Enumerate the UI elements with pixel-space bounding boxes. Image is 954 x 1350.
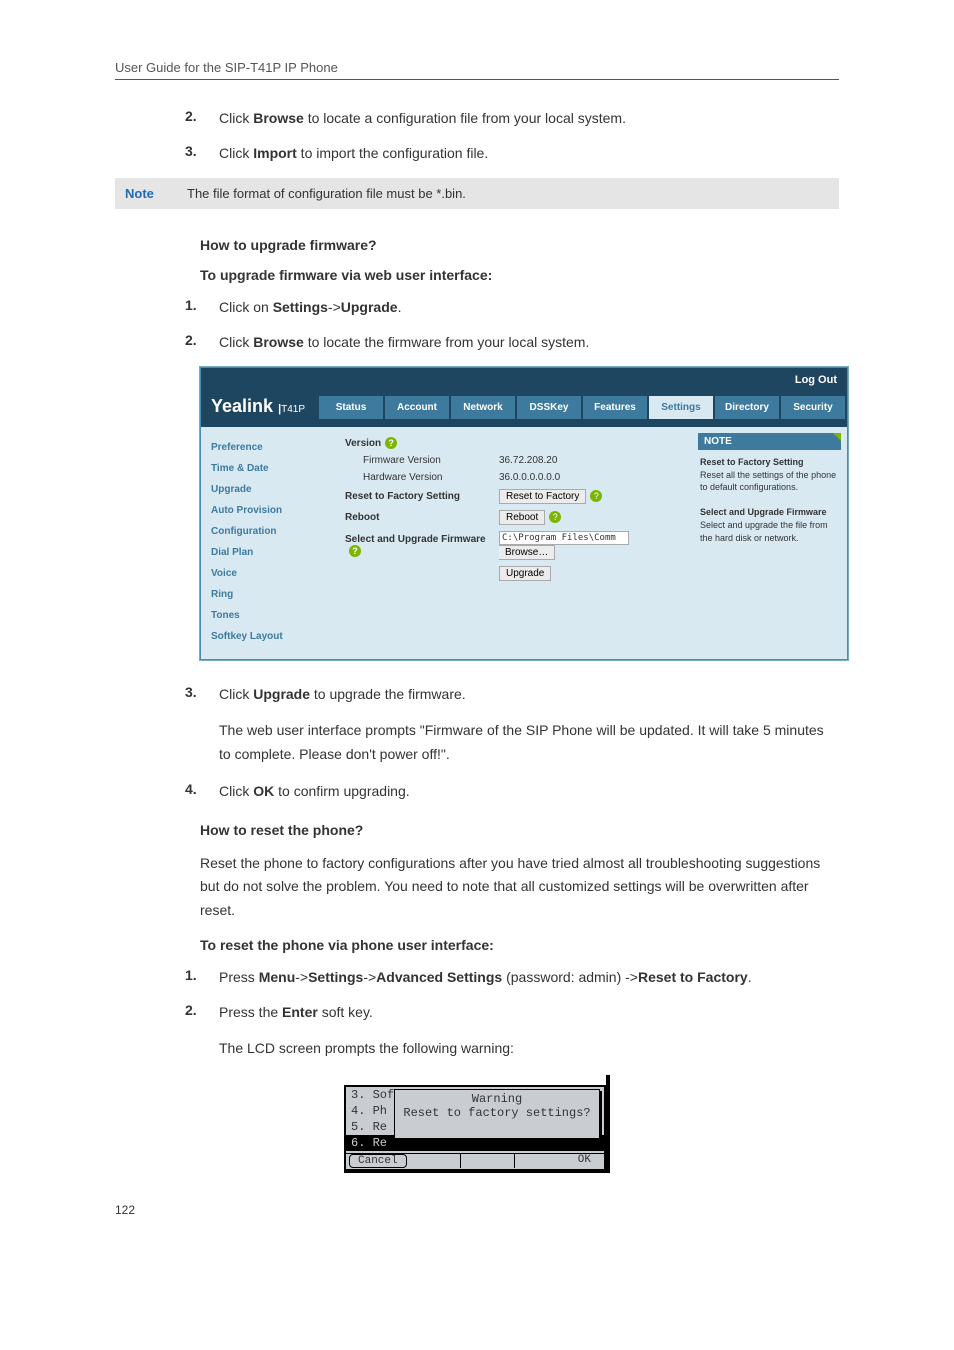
help-icon[interactable]: ? — [590, 490, 602, 502]
upgrade-step-1: 1. Click on Settings->Upgrade. — [185, 297, 839, 318]
step-2: 2. Click Browse to locate a configuratio… — [185, 108, 839, 129]
logout-link[interactable]: Log Out — [201, 368, 847, 392]
label-firmware-version: Firmware Version — [339, 455, 499, 466]
step-text: Click Browse to locate the firmware from… — [219, 332, 839, 353]
settings-menu: Preference Time & Date Upgrade Auto Prov… — [201, 427, 331, 659]
label-reboot: Reboot — [339, 512, 499, 523]
step-number: 4. — [185, 781, 219, 802]
step-number: 2. — [185, 332, 219, 353]
sub-heading-reset: To reset the phone via phone user interf… — [200, 937, 839, 953]
lcd-warning-popup: Warning Reset to factory settings? — [394, 1089, 600, 1139]
step-number: 1. — [185, 967, 219, 988]
step-text: Click Browse to locate a configuration f… — [219, 108, 839, 129]
webui-screenshot: Log Out Yealink |T41P Status Account Net… — [200, 367, 848, 660]
menu-preference[interactable]: Preference — [201, 437, 331, 458]
step-number: 1. — [185, 297, 219, 318]
lcd-popup-title: Warning — [395, 1092, 599, 1106]
note-text: The file format of configuration file mu… — [187, 186, 466, 201]
label-reset-factory: Reset to Factory Setting — [339, 491, 499, 502]
step-text: Click Import to import the configuration… — [219, 143, 839, 164]
reset-paragraph: Reset the phone to factory configuration… — [200, 852, 839, 923]
menu-configuration[interactable]: Configuration — [201, 521, 331, 542]
step-3: 3. Click Import to import the configurat… — [185, 143, 839, 164]
value-firmware-version: 36.72.208.20 — [499, 455, 684, 466]
step-number: 3. — [185, 143, 219, 164]
browse-button[interactable]: Browse… — [499, 545, 555, 560]
menu-time-date[interactable]: Time & Date — [201, 458, 331, 479]
tab-bar: Status Account Network DSSKey Features S… — [319, 396, 847, 423]
page-header: User Guide for the SIP-T41P IP Phone — [115, 60, 839, 80]
upgrade-button[interactable]: Upgrade — [499, 566, 551, 581]
label-version: Version? — [339, 437, 499, 449]
tab-account[interactable]: Account — [385, 396, 449, 419]
value-hardware-version: 36.0.0.0.0.0.0 — [499, 472, 684, 483]
lcd-softkey-ok[interactable]: OK — [568, 1154, 601, 1168]
tab-security[interactable]: Security — [781, 396, 845, 419]
lcd-popup-message: Reset to factory settings? — [395, 1106, 599, 1120]
step-text: Press the Enter soft key. — [219, 1002, 839, 1023]
note-body: Reset to Factory Setting Reset all the s… — [698, 450, 841, 550]
menu-voice[interactable]: Voice — [201, 563, 331, 584]
menu-auto-provision[interactable]: Auto Provision — [201, 500, 331, 521]
reset-to-factory-button[interactable]: Reset to Factory — [499, 489, 586, 504]
menu-ring[interactable]: Ring — [201, 584, 331, 605]
menu-tones[interactable]: Tones — [201, 605, 331, 626]
step-text: Press Menu->Settings->Advanced Settings … — [219, 967, 839, 988]
step-text: Click OK to confirm upgrading. — [219, 781, 839, 802]
step-text: Click Upgrade to upgrade the firmware. — [219, 684, 839, 705]
reset-step-1: 1. Press Menu->Settings->Advanced Settin… — [185, 967, 839, 988]
note-panel: NOTE Reset to Factory Setting Reset all … — [692, 427, 847, 659]
step-text: Click on Settings->Upgrade. — [219, 297, 839, 318]
reset-step-2: 2. Press the Enter soft key. — [185, 1002, 839, 1023]
note-label: Note — [125, 186, 187, 201]
help-icon[interactable]: ? — [549, 511, 561, 523]
note-box: Note The file format of configuration fi… — [115, 178, 839, 209]
section-heading-upgrade: How to upgrade firmware? — [200, 237, 839, 253]
tab-directory[interactable]: Directory — [715, 396, 779, 419]
tab-dsskey[interactable]: DSSKey — [517, 396, 581, 419]
reset-step-2-detail: The LCD screen prompts the following war… — [219, 1037, 839, 1061]
help-icon[interactable]: ? — [349, 545, 361, 557]
label-hardware-version: Hardware Version — [339, 472, 499, 483]
step-number: 3. — [185, 684, 219, 705]
tab-status[interactable]: Status — [319, 396, 383, 419]
tab-features[interactable]: Features — [583, 396, 647, 419]
page-number: 122 — [115, 1203, 839, 1217]
brand-logo: Yealink |T41P — [201, 392, 319, 427]
step-number: 2. — [185, 1002, 219, 1023]
sub-heading-upgrade: To upgrade firmware via web user interfa… — [200, 267, 839, 283]
menu-dial-plan[interactable]: Dial Plan — [201, 542, 331, 563]
step-number: 2. — [185, 108, 219, 129]
content-panel: Version? Firmware Version 36.72.208.20 H… — [331, 427, 692, 659]
upgrade-step-2: 2. Click Browse to locate the firmware f… — [185, 332, 839, 353]
note-heading: NOTE — [698, 433, 841, 450]
label-select-upgrade: Select and Upgrade Firmware? — [339, 534, 499, 557]
help-icon[interactable]: ? — [385, 437, 397, 449]
step-3-detail: The web user interface prompts "Firmware… — [219, 719, 839, 767]
section-heading-reset: How to reset the phone? — [200, 822, 839, 838]
menu-softkey-layout[interactable]: Softkey Layout — [201, 626, 331, 647]
firmware-path-input[interactable]: C:\Program Files\Comm — [499, 531, 629, 545]
lcd-screenshot: 3. Softkey Label 4. Ph 5. Re 6. Re Warni… — [344, 1085, 606, 1171]
tab-settings[interactable]: Settings — [649, 396, 713, 419]
upgrade-step-4: 4. Click OK to confirm upgrading. — [185, 781, 839, 802]
upgrade-step-3: 3. Click Upgrade to upgrade the firmware… — [185, 684, 839, 705]
reboot-button[interactable]: Reboot — [499, 510, 545, 525]
lcd-softkey-cancel[interactable]: Cancel — [349, 1154, 407, 1168]
tab-network[interactable]: Network — [451, 396, 515, 419]
menu-upgrade[interactable]: Upgrade — [201, 479, 331, 500]
